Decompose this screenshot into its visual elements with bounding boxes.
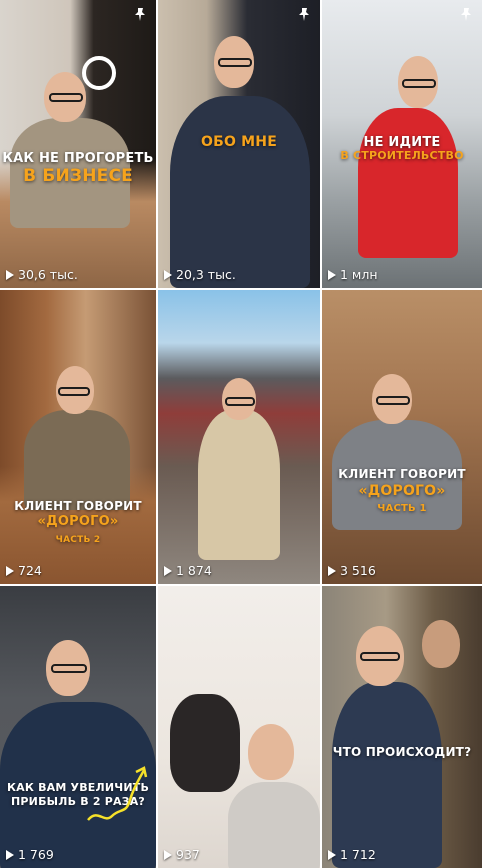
view-count: 1 769 bbox=[6, 847, 54, 862]
reel-tile-5[interactable]: 1 874 bbox=[158, 290, 320, 584]
play-icon bbox=[6, 849, 14, 860]
view-count-label: 30,6 тыс. bbox=[18, 267, 78, 282]
pin-icon bbox=[461, 8, 471, 21]
reel-tile-4[interactable]: КЛИЕНТ ГОВОРИТ «ДОРОГО» ЧАСТЬ 2 724 bbox=[0, 290, 156, 584]
view-count-label: 3 516 bbox=[340, 563, 376, 578]
view-count: 20,3 тыс. bbox=[164, 267, 236, 282]
reel-tile-1[interactable]: КАК НЕ ПРОГОРЕТЬ В БИЗНЕСЕ 30,6 тыс. bbox=[0, 0, 156, 288]
view-count: 30,6 тыс. bbox=[6, 267, 78, 282]
play-icon bbox=[6, 269, 14, 280]
play-icon bbox=[164, 565, 172, 576]
view-count: 724 bbox=[6, 563, 42, 578]
caption-line-2: В СТРОИТЕЛЬСТВО bbox=[340, 149, 464, 162]
play-icon bbox=[328, 849, 336, 860]
caption-line-1: КЛИЕНТ ГОВОРИТ bbox=[14, 499, 142, 513]
caption-line-3: ЧАСТЬ 2 bbox=[55, 535, 101, 545]
caption-line-1: ОБО МНЕ bbox=[201, 134, 277, 150]
reel-tile-6[interactable]: КЛИЕНТ ГОВОРИТ «ДОРОГО» ЧАСТЬ 1 3 516 bbox=[322, 290, 482, 584]
view-count: 3 516 bbox=[328, 563, 376, 578]
pin-icon bbox=[299, 8, 309, 21]
view-count-label: 20,3 тыс. bbox=[176, 267, 236, 282]
view-count-label: 937 bbox=[176, 847, 200, 862]
view-count-label: 1 769 bbox=[18, 847, 54, 862]
reel-tile-2[interactable]: ОБО МНЕ 20,3 тыс. bbox=[158, 0, 320, 288]
caption-line-1: ЧТО ПРОИСХОДИТ? bbox=[332, 745, 472, 759]
caption-line-3: ЧАСТЬ 1 bbox=[377, 503, 427, 514]
play-icon bbox=[328, 269, 336, 280]
view-count-label: 1 млн bbox=[340, 267, 378, 282]
play-icon bbox=[6, 565, 14, 576]
view-count: 937 bbox=[164, 847, 200, 862]
reel-tile-7[interactable]: КАК ВАМ УВЕЛИЧИТЬ ПРИБЫЛЬ В 2 РАЗА? 1 76… bbox=[0, 586, 156, 868]
view-count: 1 874 bbox=[164, 563, 212, 578]
play-icon bbox=[164, 269, 172, 280]
boxing-glove-icon bbox=[170, 694, 240, 792]
caption-line-2: «ДОРОГО» bbox=[358, 483, 446, 499]
ring-light-icon bbox=[82, 56, 116, 90]
caption-line-1: КАК НЕ ПРОГОРЕТЬ bbox=[2, 151, 154, 166]
view-count: 1 млн bbox=[328, 267, 378, 282]
reel-tile-3[interactable]: НЕ ИДИТЕ В СТРОИТЕЛЬСТВО 1 млн bbox=[322, 0, 482, 288]
view-count-label: 1 712 bbox=[340, 847, 376, 862]
play-icon bbox=[164, 849, 172, 860]
view-count: 1 712 bbox=[328, 847, 376, 862]
pin-icon bbox=[135, 8, 145, 21]
caption-line-2: В БИЗНЕСЕ bbox=[23, 166, 133, 186]
reel-tile-9[interactable]: ЧТО ПРОИСХОДИТ? 1 712 bbox=[322, 586, 482, 868]
reel-tile-8[interactable]: 937 bbox=[158, 586, 320, 868]
view-count-label: 724 bbox=[18, 563, 42, 578]
play-icon bbox=[328, 565, 336, 576]
caption-line-1: КЛИЕНТ ГОВОРИТ bbox=[338, 467, 466, 481]
growth-arrow-icon bbox=[87, 766, 148, 821]
view-count-label: 1 874 bbox=[176, 563, 212, 578]
caption-line-2: «ДОРОГО» bbox=[37, 514, 119, 529]
reels-grid: КАК НЕ ПРОГОРЕТЬ В БИЗНЕСЕ 30,6 тыс. ОБО… bbox=[0, 0, 482, 868]
